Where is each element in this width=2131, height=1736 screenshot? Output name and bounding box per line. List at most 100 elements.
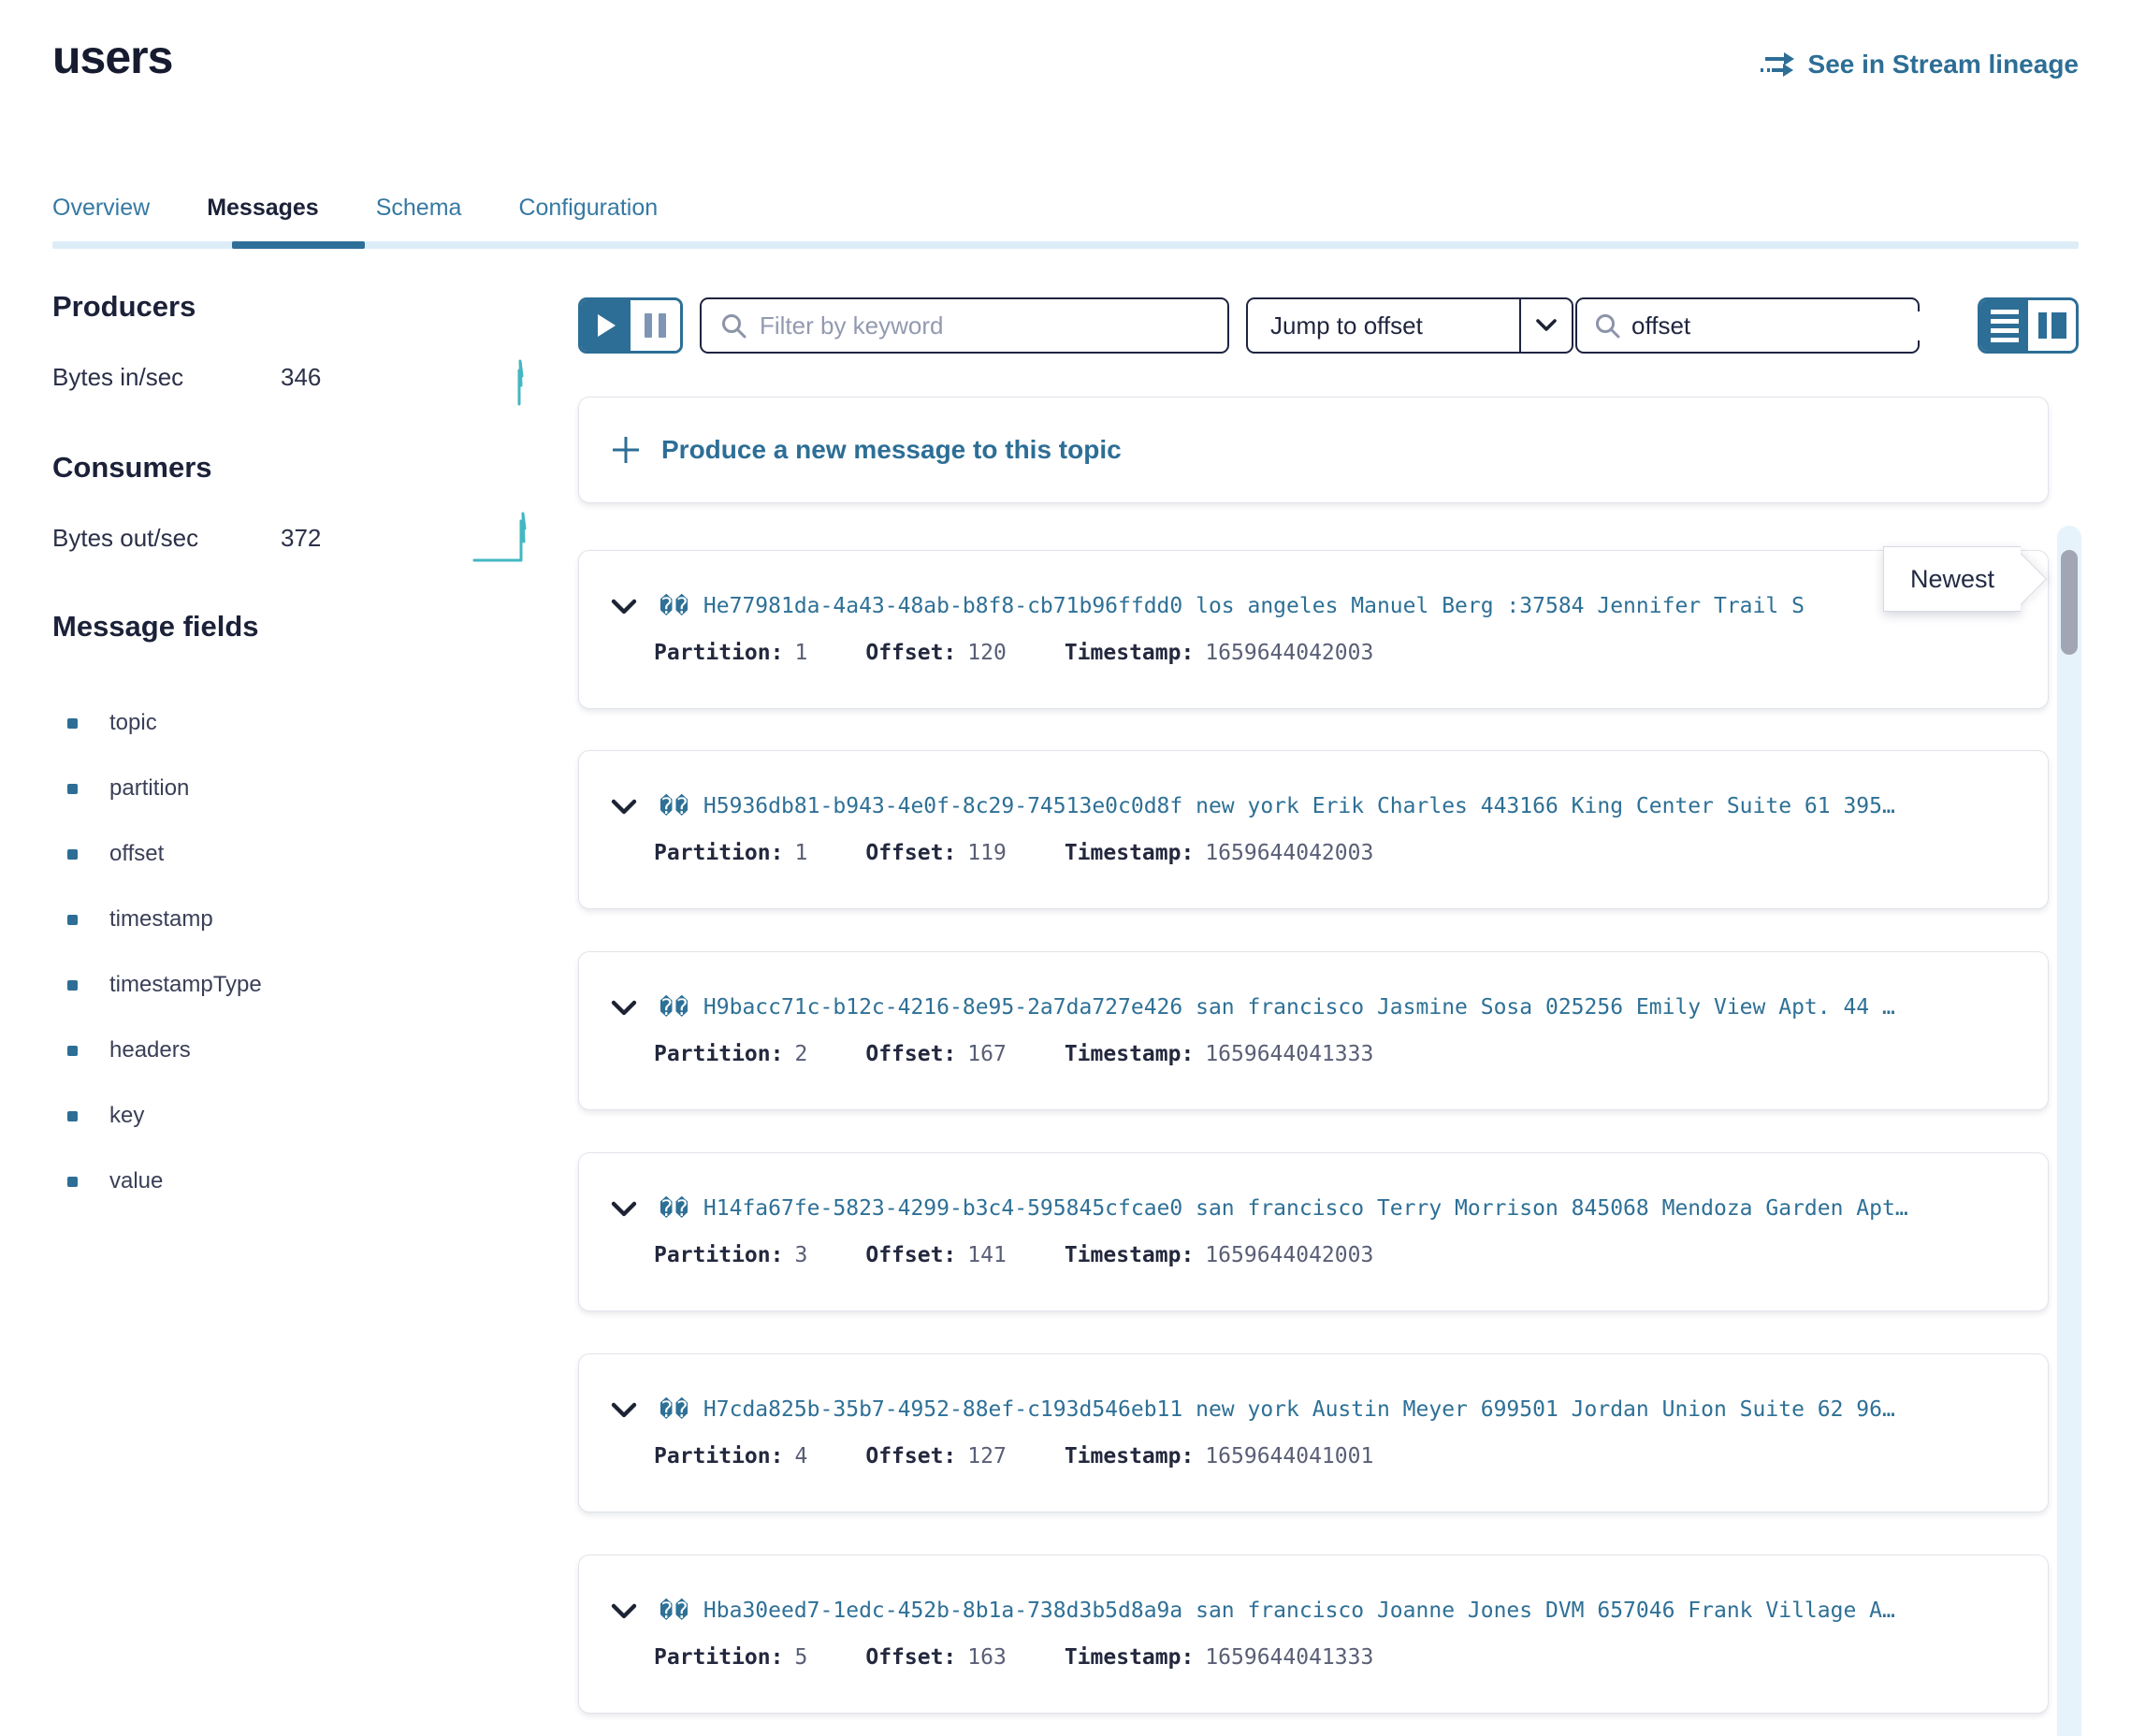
- field-label: timestampType: [109, 972, 262, 998]
- field-label: headers: [109, 1037, 191, 1063]
- offset-value: 127: [967, 1444, 1007, 1468]
- row-expand-icon[interactable]: [611, 1402, 639, 1418]
- partition-label: Partition:: [654, 1645, 783, 1670]
- field-item-value[interactable]: value: [67, 1149, 262, 1214]
- bytes-in-value: 346: [281, 363, 321, 392]
- view-mode-toggle: [1978, 297, 2079, 354]
- message-key-value[interactable]: H9bacc71c-b12c-4216-8e95-2a7da727e426 sa…: [703, 995, 1895, 1020]
- bytes-in-label: Bytes in/sec: [52, 363, 183, 392]
- offset-value: 120: [967, 641, 1007, 665]
- message-key-value[interactable]: H7cda825b-35b7-4952-88ef-c193d546eb11 ne…: [703, 1397, 1895, 1422]
- partition-value: 1: [794, 641, 807, 665]
- timestamp-label: Timestamp:: [1065, 641, 1194, 665]
- tab-messages[interactable]: Messages: [207, 195, 319, 248]
- message-row[interactable]: �� Hba30eed7-1edc-452b-8b1a-738d3b5d8a9a…: [578, 1555, 2049, 1714]
- field-item-timestamp[interactable]: timestamp: [67, 887, 262, 952]
- scrollbar-track[interactable]: [2057, 526, 2081, 1736]
- field-label: key: [109, 1103, 144, 1129]
- filter-keyword-input[interactable]: [760, 311, 1209, 340]
- sparkline-bytes-out: [472, 510, 538, 564]
- partition-value: 4: [794, 1444, 807, 1468]
- message-key-glyphs: ��: [660, 793, 690, 819]
- partition-label: Partition:: [654, 1243, 783, 1267]
- scrollbar-thumb[interactable]: [2061, 550, 2078, 655]
- message-key-glyphs: ��: [660, 1598, 690, 1624]
- message-key-glyphs: ��: [660, 593, 690, 619]
- timestamp-label: Timestamp:: [1065, 1243, 1194, 1267]
- message-key-value[interactable]: H5936db81-b943-4e0f-8c29-74513e0c0d8f ne…: [703, 794, 1895, 818]
- sparkline-bytes-in: [505, 357, 537, 408]
- message-key-value[interactable]: Hba30eed7-1edc-452b-8b1a-738d3b5d8a9a sa…: [703, 1599, 1895, 1623]
- list-view-button[interactable]: [1980, 300, 2028, 351]
- tab-schema[interactable]: Schema: [376, 195, 462, 248]
- bullet-icon: [67, 849, 78, 860]
- column-view-button[interactable]: [2028, 300, 2076, 351]
- tab-configuration[interactable]: Configuration: [518, 195, 658, 248]
- field-label: topic: [109, 710, 157, 736]
- timestamp-value: 1659644042003: [1205, 841, 1373, 865]
- filter-search-box: [700, 297, 1229, 354]
- jump-to-offset-select[interactable]: Jump to offset: [1246, 297, 1573, 354]
- play-icon: [596, 313, 616, 338]
- bullet-icon: [67, 915, 78, 925]
- offset-value: 119: [967, 841, 1007, 865]
- offset-value: 141: [967, 1243, 1007, 1267]
- field-label: timestamp: [109, 906, 213, 933]
- message-key-value[interactable]: He77981da-4a43-48ab-b8f8-cb71b96ffdd0 lo…: [703, 594, 1805, 618]
- row-expand-icon[interactable]: [611, 1201, 639, 1217]
- message-row[interactable]: �� H5936db81-b943-4e0f-8c29-74513e0c0d8f…: [578, 750, 2049, 909]
- message-row[interactable]: �� H14fa67fe-5823-4299-b3c4-595845cfcae0…: [578, 1152, 2049, 1311]
- timestamp-value: 1659644042003: [1205, 641, 1373, 665]
- chevron-down-icon[interactable]: [1519, 299, 1572, 352]
- produce-message-button[interactable]: Produce a new message to this topic: [578, 397, 2049, 503]
- jump-to-offset-label: Jump to offset: [1248, 311, 1519, 340]
- newest-tooltip: Newest: [1883, 546, 2021, 612]
- field-item-timestampType[interactable]: timestampType: [67, 952, 262, 1018]
- bullet-icon: [67, 1177, 78, 1187]
- message-key-value[interactable]: H14fa67fe-5823-4299-b3c4-595845cfcae0 sa…: [703, 1196, 1908, 1221]
- offset-value: 163: [967, 1645, 1007, 1670]
- producers-heading: Producers: [52, 290, 196, 324]
- field-item-topic[interactable]: topic: [67, 690, 262, 756]
- partition-label: Partition:: [654, 1042, 783, 1066]
- play-button[interactable]: [581, 300, 631, 351]
- message-key-glyphs: ��: [660, 1195, 690, 1222]
- offset-input[interactable]: [1631, 311, 1945, 340]
- tab-underline-active: [232, 241, 365, 249]
- message-row[interactable]: �� H7cda825b-35b7-4952-88ef-c193d546eb11…: [578, 1353, 2049, 1512]
- offset-search-box: [1575, 297, 1920, 354]
- plus-icon: [611, 435, 641, 465]
- offset-label: Offset:: [865, 1444, 956, 1468]
- row-expand-icon[interactable]: [611, 599, 639, 615]
- bullet-icon: [67, 718, 78, 729]
- field-item-offset[interactable]: offset: [67, 821, 262, 887]
- stream-lineage-link[interactable]: See in Stream lineage: [1760, 49, 2079, 80]
- bullet-icon: [67, 1111, 78, 1121]
- offset-label: Offset:: [865, 841, 956, 865]
- tab-bar: Overview Messages Schema Configuration: [52, 195, 658, 248]
- bullet-icon: [67, 784, 78, 794]
- field-item-headers[interactable]: headers: [67, 1018, 262, 1083]
- row-expand-icon[interactable]: [611, 799, 639, 815]
- pause-icon: [645, 313, 652, 338]
- field-item-key[interactable]: key: [67, 1083, 262, 1149]
- offset-label: Offset:: [865, 1645, 956, 1670]
- field-label: offset: [109, 841, 164, 867]
- bytes-out-label: Bytes out/sec: [52, 524, 198, 553]
- row-expand-icon[interactable]: [611, 1603, 639, 1619]
- row-expand-icon[interactable]: [611, 1000, 639, 1016]
- search-icon: [720, 312, 747, 339]
- partition-label: Partition:: [654, 1444, 783, 1468]
- timestamp-value: 1659644041333: [1205, 1042, 1373, 1066]
- message-row[interactable]: �� He77981da-4a43-48ab-b8f8-cb71b96ffdd0…: [578, 550, 2049, 709]
- pause-button[interactable]: [631, 300, 680, 351]
- message-row[interactable]: �� H9bacc71c-b12c-4216-8e95-2a7da727e426…: [578, 951, 2049, 1110]
- timestamp-value: 1659644042003: [1205, 1243, 1373, 1267]
- offset-value: 167: [967, 1042, 1007, 1066]
- partition-value: 3: [794, 1243, 807, 1267]
- tab-underline-track: [52, 241, 2079, 249]
- field-item-partition[interactable]: partition: [67, 756, 262, 821]
- message-fields-heading: Message fields: [52, 610, 259, 644]
- tab-overview[interactable]: Overview: [52, 195, 150, 248]
- bullet-icon: [67, 980, 78, 991]
